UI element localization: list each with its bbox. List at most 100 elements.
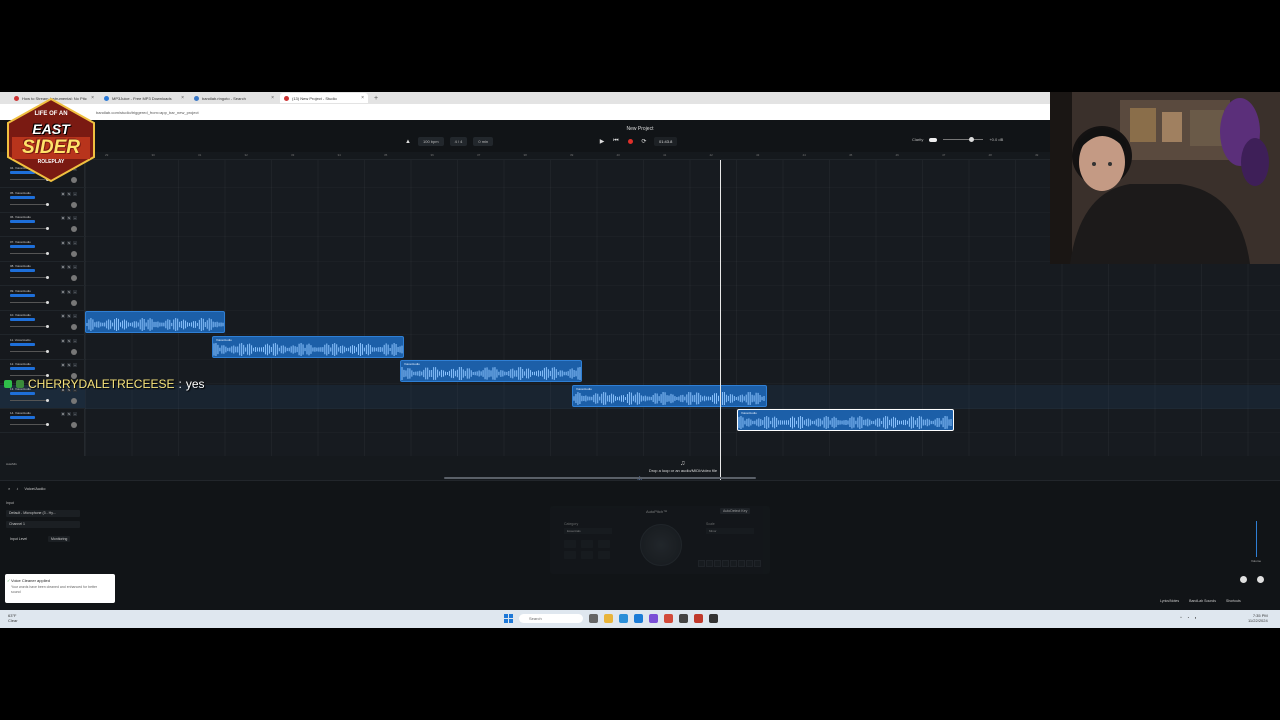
task-view-icon[interactable]	[589, 614, 598, 623]
track-volume-slider[interactable]	[10, 374, 49, 377]
playhead[interactable]	[720, 160, 721, 480]
track-header[interactable]: 14. Voice/Audio M S ⌄	[0, 409, 85, 433]
reverb-knob[interactable]	[1257, 576, 1264, 583]
automix-button[interactable]: AutoMix	[6, 462, 17, 466]
track-volume-slider[interactable]	[10, 349, 49, 353]
mute-button[interactable]: M	[61, 216, 65, 220]
solo-button[interactable]: S	[67, 191, 71, 196]
track-name[interactable]: 05. Voice/Audio	[10, 191, 31, 195]
shortcuts-link[interactable]: Shortcuts	[1226, 599, 1241, 603]
preset-button[interactable]	[598, 551, 610, 559]
key-button[interactable]	[714, 560, 721, 567]
track-name[interactable]: 08. Voice/Audio	[10, 264, 31, 268]
metronome-icon[interactable]: ▲	[404, 138, 412, 146]
file-explorer-icon[interactable]	[604, 614, 613, 623]
solo-button[interactable]: S	[67, 216, 71, 220]
track-pan-knob[interactable]	[71, 250, 77, 257]
track-pan-knob[interactable]	[71, 299, 77, 306]
track-header[interactable]: 06. Voice/Audio M S ⌄	[0, 213, 85, 237]
more-icon[interactable]: ⌄	[73, 412, 77, 416]
system-clock[interactable]: 7:35 PM 11/22/2024	[1248, 613, 1268, 623]
track-name[interactable]: 11. Voice/Audio	[10, 338, 31, 342]
track-header[interactable]: 07. Voice/Audio M S ⌄	[0, 238, 85, 262]
track-pan-knob[interactable]	[71, 348, 77, 355]
chevron-up-icon[interactable]: ^	[1180, 615, 1182, 620]
effect-badge[interactable]	[10, 269, 35, 272]
key-button[interactable]	[746, 560, 753, 567]
solo-button[interactable]: S	[67, 338, 71, 343]
key-button[interactable]	[706, 560, 713, 567]
audio-clip[interactable]: Voice/Audio	[572, 384, 767, 407]
lyrics-link[interactable]: Lyrics/Notes	[1160, 599, 1179, 603]
effect-badge[interactable]	[10, 195, 35, 199]
bpm-field[interactable]: 100 bpm	[418, 137, 444, 146]
track-lane[interactable]	[85, 311, 1280, 335]
clarity-toggle[interactable]	[929, 137, 938, 142]
monitoring-button[interactable]: Monitoring	[48, 536, 71, 542]
speaker-icon[interactable]: ◖	[1194, 615, 1196, 620]
effect-badge[interactable]	[10, 342, 35, 346]
channel-select[interactable]: Channel 1	[6, 521, 80, 528]
browser-tab-active[interactable]: (13) New Project - Studio ×	[280, 93, 368, 103]
time-signature-field[interactable]: 4 / 4	[449, 137, 468, 146]
more-icon[interactable]: ⌄	[73, 363, 77, 367]
key-button[interactable]	[730, 560, 737, 567]
key-button[interactable]	[722, 560, 729, 567]
effect-badge[interactable]	[10, 244, 35, 248]
audio-clip[interactable]: Voice/Audio	[400, 360, 582, 382]
wifi-icon[interactable]: ◔	[1187, 615, 1189, 620]
discord-icon[interactable]	[649, 614, 658, 623]
mute-button[interactable]: M	[61, 265, 65, 269]
windows-start-icon[interactable]	[504, 614, 513, 623]
track-name[interactable]: 06. Voice/Audio	[10, 215, 31, 219]
taskbar-search[interactable]: Search	[519, 614, 583, 623]
track-pan-knob[interactable]	[71, 422, 77, 428]
app-icon[interactable]	[679, 614, 688, 623]
track-volume-slider[interactable]	[10, 227, 49, 230]
play-icon[interactable]: ▶	[598, 138, 606, 146]
track-volume-slider[interactable]	[10, 276, 49, 279]
address-bar[interactable]: bandlab.com/studio/triggered_from=app_ba…	[0, 104, 1050, 120]
preset-button[interactable]	[581, 551, 593, 559]
audio-clip[interactable]	[85, 311, 225, 333]
more-icon[interactable]: ⌄	[73, 338, 77, 343]
solo-button[interactable]: S	[67, 289, 71, 294]
effect-badge[interactable]	[10, 318, 35, 321]
track-lane[interactable]	[85, 409, 1280, 433]
track-name[interactable]: 10. Voice/Audio	[10, 313, 31, 317]
horizontal-scrollbar[interactable]	[444, 477, 756, 479]
edge-icon[interactable]	[634, 614, 643, 623]
preset-button[interactable]	[564, 540, 576, 548]
more-icon[interactable]: ⌄	[73, 191, 77, 196]
key-button[interactable]	[754, 560, 761, 567]
more-icon[interactable]: ⌄	[73, 265, 77, 269]
track-volume-slider[interactable]	[10, 251, 49, 255]
project-title[interactable]: New Project	[600, 126, 680, 132]
track-name[interactable]: 14. Voice/Audio	[10, 411, 31, 415]
app-icon[interactable]	[694, 614, 703, 623]
track-volume-slider[interactable]	[10, 202, 49, 206]
mute-button[interactable]: M	[61, 240, 65, 245]
track-lane[interactable]	[85, 360, 1280, 384]
auto-detect-key-button[interactable]: AutoDetect Key	[720, 508, 751, 514]
effect-badge[interactable]	[10, 293, 35, 297]
more-icon[interactable]: ⌄	[73, 289, 77, 294]
track-volume-slider[interactable]	[10, 300, 49, 304]
track-pan-knob[interactable]	[71, 226, 77, 232]
mute-button[interactable]: M	[61, 412, 65, 416]
category-select[interactable]: Essentials	[564, 528, 612, 534]
effect-badge[interactable]	[10, 391, 35, 395]
preset-button[interactable]	[564, 551, 576, 559]
chrome-icon[interactable]	[619, 614, 628, 623]
browser-tab[interactable]: bandlab.ringoto - Search ×	[190, 93, 278, 103]
scale-select[interactable]: Minor	[706, 528, 754, 534]
track-pan-knob[interactable]	[71, 324, 77, 330]
input-device-select[interactable]: Default - Microphone (3 - Hy...	[6, 510, 80, 517]
track-pan-knob[interactable]	[71, 275, 77, 281]
close-tab-icon[interactable]: ×	[361, 95, 364, 101]
effect-badge[interactable]	[10, 416, 35, 419]
track-header[interactable]: 09. Voice/Audio M S ⌄	[0, 287, 85, 311]
effect-badge[interactable]	[10, 220, 35, 223]
mute-button[interactable]: M	[61, 314, 65, 318]
more-icon[interactable]: ⌄	[73, 314, 77, 318]
